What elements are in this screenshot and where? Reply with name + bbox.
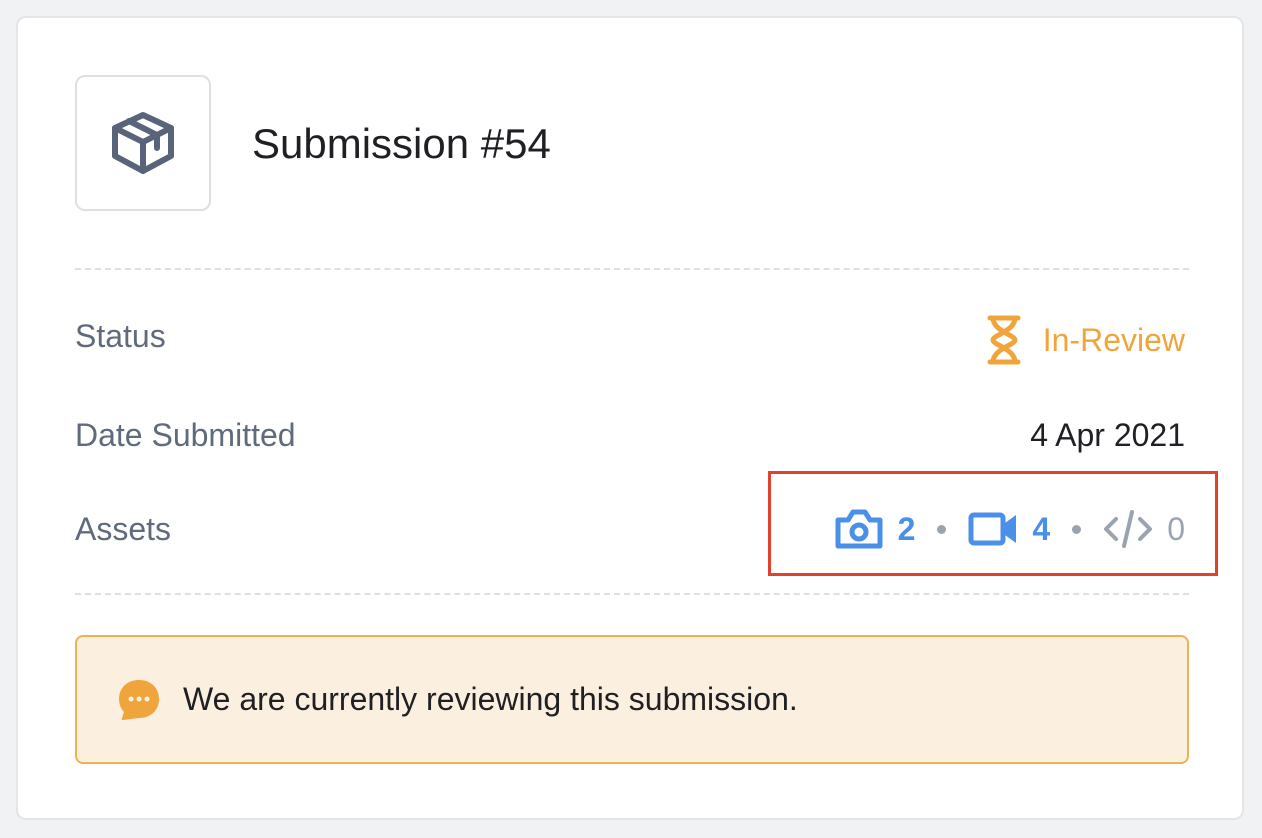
package-icon: [112, 112, 174, 174]
submission-icon-box: [75, 75, 211, 211]
date-submitted-value: 4 Apr 2021: [1030, 417, 1185, 453]
date-submitted-label: Date Submitted: [75, 417, 296, 453]
submission-title: Submission #54: [252, 120, 551, 167]
assets-label: Assets: [75, 511, 172, 547]
status-text: In-Review: [1042, 321, 1185, 358]
divider-top: [75, 268, 1189, 270]
divider-bottom: [75, 593, 1189, 595]
submission-card: Submission #54 Status In-Review Date Sub…: [16, 16, 1244, 820]
chat-bubble-icon: [119, 679, 159, 720]
status-label: Status: [75, 318, 166, 354]
review-notice: We are currently reviewing this submissi…: [75, 635, 1189, 764]
status-value: In-Review: [987, 312, 1185, 368]
hourglass-icon: [987, 315, 1021, 365]
assets-highlight-box: [768, 471, 1218, 576]
notice-message: We are currently reviewing this submissi…: [183, 681, 798, 717]
